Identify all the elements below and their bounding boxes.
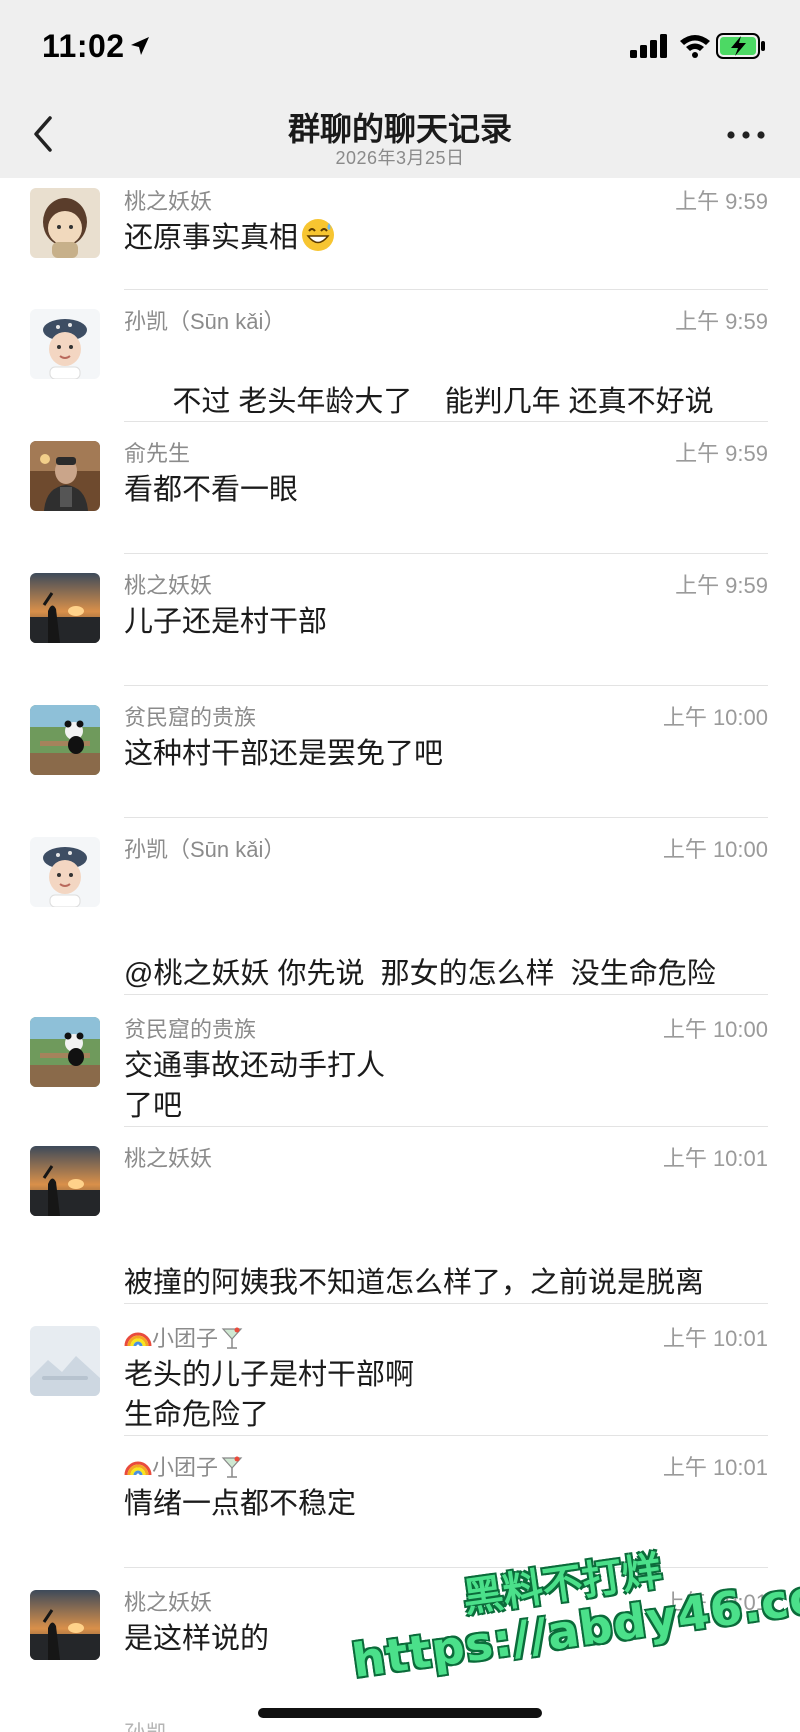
message-text: 交通事故还动手打人	[124, 1044, 764, 1088]
message-line: 看都不看一眼	[124, 474, 299, 506]
avatar[interactable]	[30, 309, 100, 379]
message-line: 交通事故还动手打人	[124, 1050, 386, 1082]
list-item: 孙凯（Sūn kǎi） 上午 9:59 不过 老头年龄大了 能判几年 还真不好说	[0, 290, 800, 422]
message-time: 上午 10:01	[662, 1455, 768, 1480]
message-line: 被撞的阿姨我不知道怎么样了，之前说是脱离	[124, 1267, 705, 1299]
message-time: 上午 10:00	[662, 1017, 768, 1042]
sender-name: 小团子	[124, 1450, 246, 1482]
avatar[interactable]	[30, 573, 100, 643]
panda-avatar-icon	[30, 705, 100, 775]
message-time: 上午 10:01	[662, 1326, 768, 1351]
avatar[interactable]	[30, 188, 100, 258]
baby-avatar-icon	[30, 837, 100, 907]
sender-name: 桃之妖妖	[124, 1590, 213, 1615]
avatar[interactable]	[30, 1017, 100, 1087]
rainbow-emoji-icon	[124, 1461, 152, 1476]
message-time: 上午 10:01	[662, 1146, 768, 1171]
message-line: 不过 老头年龄大了 能判几年 还真不好说	[172, 386, 714, 418]
list-item: 小团子 上午 10:01 老头的儿子是村干部啊	[0, 1304, 800, 1436]
avatar[interactable]	[30, 705, 100, 775]
message-line: 是这样说的	[124, 1623, 270, 1655]
wifi-icon	[680, 35, 710, 58]
sender-name: 贫民窟的贵族	[124, 1017, 257, 1042]
sender-name: 贫民窟的贵族	[124, 705, 257, 730]
sender-name-text: 小团子	[152, 1326, 219, 1351]
message-time: 上午 10:00	[662, 837, 768, 862]
battery-charging-icon	[716, 33, 765, 59]
panda-avatar-icon	[30, 1017, 100, 1087]
message-time: 上午 9:59	[675, 441, 768, 466]
avatar[interactable]	[30, 1146, 100, 1216]
avatar[interactable]	[30, 1326, 100, 1396]
message-line: 老头的儿子是村干部啊	[124, 1359, 415, 1391]
avatar[interactable]	[30, 837, 100, 907]
message-text: 儿子还是村干部	[124, 600, 764, 644]
sunset-avatar-icon	[30, 1590, 100, 1660]
list-item: 孙凯（Sūn kǎi） 上午 10:00 @桃之妖妖 你先说 那女的怎么样 没生…	[0, 818, 800, 1122]
list-item: 桃之妖妖 上午 9:59 还原事实真相	[0, 178, 800, 290]
list-item: 桃之妖妖 上午 10:01 被撞的阿姨我不知道怎么样了，之前说是脱离 生命危险了	[0, 1127, 800, 1431]
sunset-avatar-icon	[30, 1146, 100, 1216]
placeholder-image-avatar-icon	[30, 1326, 100, 1396]
message-line: 这种村干部还是罢免了吧	[124, 738, 444, 770]
sender-name: 桃之妖妖	[124, 1146, 213, 1171]
message-text: 情绪一点都不稳定	[124, 1482, 764, 1526]
cocktail-emoji-icon	[221, 1456, 243, 1478]
sender-name: 桃之妖妖	[124, 189, 213, 214]
home-indicator[interactable]	[258, 1708, 542, 1718]
cartoon-girl-avatar-icon	[30, 188, 100, 258]
list-item: 贫民窟的贵族 上午 10:00 交通事故还动手打人	[0, 995, 800, 1127]
sender-name: 桃之妖妖	[124, 573, 213, 598]
message-text: 老头的儿子是村干部啊	[124, 1353, 764, 1397]
sender-name: 小团子	[124, 1321, 246, 1353]
location-arrow-icon	[131, 37, 149, 55]
nav-bar: 群聊的聊天记录 2026年3月25日	[0, 92, 800, 178]
sender-name: 孙凯（Sūn kǎi）	[124, 309, 286, 334]
message-line: 情绪一点都不稳定	[124, 1488, 357, 1520]
sender-name-text: 小团子	[152, 1455, 219, 1480]
next-message-sender-partial: 孙凯	[124, 1716, 168, 1732]
list-item: 小团子 上午 10:01 情绪一点都不稳定	[0, 1436, 800, 1568]
cocktail-emoji-icon	[221, 1327, 243, 1349]
message-text: 还原事实真相	[124, 216, 764, 260]
avatar[interactable]	[30, 441, 100, 511]
message-time: 上午 9:59	[675, 309, 768, 334]
avatar[interactable]	[30, 1590, 100, 1660]
rainbow-emoji-icon	[124, 1332, 152, 1347]
message-line: @桃之妖妖 你先说 那女的怎么样 没生命危险	[124, 958, 716, 990]
sender-name: 俞先生	[124, 441, 191, 466]
message-line: 儿子还是村干部	[124, 606, 328, 638]
cellular-signal-icon	[630, 34, 667, 58]
message-time: 上午 9:59	[675, 573, 768, 598]
message-line: 还原事实真相	[124, 222, 299, 254]
list-item: 俞先生 上午 9:59 看都不看一眼	[0, 422, 800, 554]
message-time: 上午 9:59	[675, 189, 768, 214]
sunset-avatar-icon	[30, 573, 100, 643]
list-item: 桃之妖妖 上午 9:59 儿子还是村干部	[0, 554, 800, 686]
man-avatar-icon	[30, 441, 100, 511]
status-time: 11:02	[42, 28, 125, 64]
page-subtitle-date: 2026年3月25日	[335, 148, 465, 168]
list-item: 贫民窟的贵族 上午 10:00 这种村干部还是罢免了吧	[0, 686, 800, 818]
message-time: 上午 10:00	[662, 705, 768, 730]
status-bar: 11:02	[0, 0, 800, 92]
more-options-icon[interactable]	[726, 128, 766, 142]
sender-name: 孙凯（Sūn kǎi）	[124, 837, 286, 862]
baby-avatar-icon	[30, 309, 100, 379]
message-text: 这种村干部还是罢免了吧	[124, 732, 764, 776]
chat-history-list: 桃之妖妖 上午 9:59 还原事实真相 孙凯（Sūn kǎi） 上午 9:59 …	[0, 178, 800, 1698]
grinning-sweat-emoji-icon	[302, 219, 335, 251]
message-text: 看都不看一眼	[124, 468, 764, 512]
